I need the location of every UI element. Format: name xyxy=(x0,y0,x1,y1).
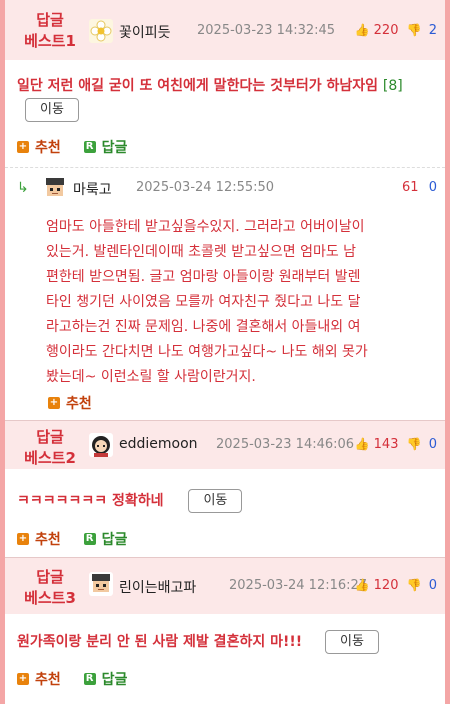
upvote-count: 220 xyxy=(373,23,399,38)
downvote-count: 0 xyxy=(428,180,437,195)
nickname[interactable]: 린이는배고파 xyxy=(119,577,196,597)
vote-counts: 👍 220 👎 2 xyxy=(355,23,437,38)
thumb-up-icon[interactable]: 👍 xyxy=(355,437,370,451)
vote-counts: 👍 120 👎 0 xyxy=(355,578,437,593)
reply-count: [8] xyxy=(382,78,403,94)
nickname[interactable]: eddiemoon xyxy=(119,436,198,452)
thumb-up-icon[interactable]: 👍 xyxy=(355,578,370,592)
best-comment-2: 답글 베스트2 eddiemoon 2025-03-23 14:46:06 👍 … xyxy=(5,421,445,557)
pixel-avatar-icon[interactable] xyxy=(43,176,67,200)
timestamp: 2025-03-24 12:16:27 xyxy=(229,578,368,593)
character-avatar-icon[interactable] xyxy=(89,433,113,457)
reply-r-icon: R xyxy=(83,673,96,685)
move-button[interactable]: 이동 xyxy=(188,489,243,513)
thumb-up-icon[interactable]: 👍 xyxy=(355,23,370,37)
timestamp: 2025-03-24 12:55:50 xyxy=(136,180,275,195)
vote-counts: 👍 143 👎 0 xyxy=(355,437,437,452)
recommend-button[interactable]: + 추천 xyxy=(48,393,92,413)
recommend-button[interactable]: + 추천 xyxy=(17,669,61,689)
comment-header: 답글 베스트3 린이는배고파 2025-03-24 12:16:27 👍 120… xyxy=(5,558,445,614)
best-badge: 답글 베스트1 xyxy=(24,11,76,50)
reply-comment: ↳ 마룩고 2025-03-24 12:55:50 61 0 엄마도 아들한테 … xyxy=(5,170,445,420)
reply-arrow-icon: ↳ xyxy=(17,180,29,196)
reply-button[interactable]: R 답글 xyxy=(83,669,127,689)
recommend-button[interactable]: + 추천 xyxy=(17,529,61,549)
plus-icon: + xyxy=(17,533,29,545)
timestamp: 2025-03-23 14:46:06 xyxy=(216,437,355,452)
plus-icon: + xyxy=(17,673,29,685)
reply-content: 엄마도 아들한테 받고싶을수있지. 그러라고 어버이날이 있는거. 발렌타인데이… xyxy=(46,219,368,385)
reply-r-icon: R xyxy=(83,141,96,153)
reply-actions: + 추천 xyxy=(48,393,110,413)
best-badge: 답글 베스트2 xyxy=(24,428,76,467)
best-comment-1: 답글 베스트1 꽃이피듯 2025-03-23 14:32:45 👍 220 👎 xyxy=(5,0,445,160)
comment-content: 원가족이랑 분리 안 된 사람 제발 결혼하지 마!!! 이동 xyxy=(17,630,379,654)
thumb-down-icon[interactable]: 👎 xyxy=(407,578,422,592)
thumb-down-icon[interactable]: 👎 xyxy=(407,437,422,451)
timestamp: 2025-03-23 14:32:45 xyxy=(197,23,336,38)
nickname[interactable]: 꽃이피듯 xyxy=(119,22,171,42)
comment-content: 일단 저런 애길 굳이 또 여친에게 말한다는 것부터가 하남자임 [8] 이동 xyxy=(17,74,435,122)
comment-actions: + 추천 R 답글 xyxy=(17,137,145,157)
comment-content: ㅋㅋㅋㅋㅋㅋㅋ 정확하네 이동 xyxy=(17,489,243,513)
downvote-count: 0 xyxy=(428,578,437,593)
plus-icon: + xyxy=(17,141,29,153)
flower-icon[interactable] xyxy=(89,19,113,43)
vote-counts: 61 0 xyxy=(402,180,437,195)
thumb-down-icon[interactable]: 👎 xyxy=(407,23,422,37)
upvote-count: 120 xyxy=(373,578,399,593)
upvote-count: 61 xyxy=(402,180,419,195)
reply-r-icon: R xyxy=(83,533,96,545)
comment-header: 답글 베스트1 꽃이피듯 2025-03-23 14:32:45 👍 220 👎 xyxy=(5,0,445,60)
upvote-count: 143 xyxy=(373,437,399,452)
nickname[interactable]: 마룩고 xyxy=(73,179,112,199)
comment-list: 답글 베스트1 꽃이피듯 2025-03-23 14:32:45 👍 220 👎 xyxy=(5,0,445,704)
reply-button[interactable]: R 답글 xyxy=(83,137,127,157)
best-badge: 답글 베스트3 xyxy=(24,568,76,607)
downvote-count: 2 xyxy=(428,23,437,38)
plus-icon: + xyxy=(48,397,60,409)
move-button[interactable]: 이동 xyxy=(25,98,79,122)
comment-actions: + 추천 R 답글 xyxy=(17,529,145,549)
downvote-count: 0 xyxy=(428,437,437,452)
comment-actions: + 추천 R 답글 xyxy=(17,669,145,689)
pixel-avatar-icon[interactable] xyxy=(89,572,113,596)
reply-button[interactable]: R 답글 xyxy=(83,529,127,549)
divider xyxy=(5,167,445,168)
comment-header: 답글 베스트2 eddiemoon 2025-03-23 14:46:06 👍 … xyxy=(5,421,445,469)
best-comment-3: 답글 베스트3 린이는배고파 2025-03-24 12:16:27 👍 120… xyxy=(5,558,445,704)
move-button[interactable]: 이동 xyxy=(325,630,379,654)
recommend-button[interactable]: + 추천 xyxy=(17,137,61,157)
